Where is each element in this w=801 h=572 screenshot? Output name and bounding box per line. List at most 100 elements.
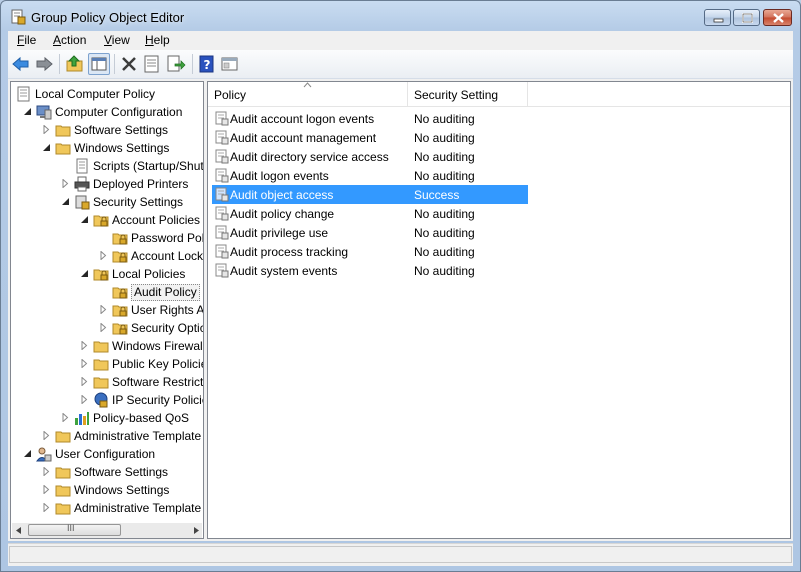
policy-setting-icon: [215, 111, 229, 126]
toolbar: ?: [8, 50, 793, 79]
column-header-policy[interactable]: Policy: [208, 82, 408, 106]
expand-arrow-icon[interactable]: [42, 467, 51, 476]
tree-horizontal-scrollbar[interactable]: III: [12, 523, 202, 538]
tree-item[interactable]: User Rights A: [11, 301, 203, 319]
tree-item-label: Account Lock: [131, 249, 204, 263]
tree-item[interactable]: Software Settings: [11, 463, 203, 481]
list-item[interactable]: Audit account management No auditing: [212, 128, 528, 147]
expand-arrow-icon[interactable]: [42, 431, 51, 440]
list-item[interactable]: Audit account logon events No auditing: [212, 109, 528, 128]
tree-item-label: Account Policies: [112, 213, 201, 227]
tree-item[interactable]: Software Restricti: [11, 373, 203, 391]
help-button[interactable]: ?: [196, 53, 218, 75]
tree-item[interactable]: Policy-based QoS: [11, 409, 203, 427]
show-hide-tree-button[interactable]: [88, 53, 110, 75]
expand-arrow-icon[interactable]: [80, 395, 89, 404]
security-setting-value: No auditing: [414, 245, 475, 259]
tree-item[interactable]: Password Pol: [11, 229, 204, 247]
toolbar-separator: [59, 54, 60, 74]
properties-button[interactable]: [141, 53, 163, 75]
collapse-arrow-icon[interactable]: [23, 449, 32, 458]
delete-button[interactable]: [118, 53, 140, 75]
tree-item[interactable]: Local Computer Policy: [11, 85, 203, 103]
menu-help[interactable]: Help: [145, 33, 170, 47]
tree-item[interactable]: Account Policies: [11, 211, 203, 229]
menu-action-label: ction: [61, 33, 87, 47]
tree-item-label: Public Key Policie: [112, 357, 204, 371]
tree-item-label: Deployed Printers: [93, 177, 189, 191]
expand-arrow-icon[interactable]: [42, 125, 51, 134]
collapse-arrow-icon[interactable]: [42, 143, 51, 152]
scroll-right-icon[interactable]: [192, 526, 200, 535]
export-list-button[interactable]: [165, 53, 187, 75]
tree-item-label: Password Pol: [131, 231, 204, 245]
locked-folder-icon: [112, 323, 128, 335]
tree-item[interactable]: Computer Configuration: [11, 103, 203, 121]
expand-arrow-icon[interactable]: [80, 341, 89, 350]
tree-item[interactable]: Software Settings: [11, 121, 203, 139]
console-icon: [221, 57, 238, 71]
minimize-icon: [713, 18, 724, 23]
list-item[interactable]: Audit logon events No auditing: [212, 166, 528, 185]
expand-arrow-icon[interactable]: [99, 251, 108, 260]
list-item[interactable]: Audit system events No auditing: [212, 261, 528, 280]
minimize-button[interactable]: [704, 9, 731, 26]
expand-arrow-icon[interactable]: [42, 503, 51, 512]
column-header-security-setting[interactable]: Security Setting: [408, 82, 528, 106]
list-item[interactable]: Audit privilege use No auditing: [212, 223, 528, 242]
collapse-arrow-icon[interactable]: [80, 269, 89, 278]
tree-item[interactable]: Account Lock: [11, 247, 204, 265]
expand-arrow-icon[interactable]: [99, 323, 108, 332]
tree-item[interactable]: Windows Settings: [11, 481, 203, 499]
expand-arrow-icon[interactable]: [61, 413, 70, 422]
collapse-arrow-icon[interactable]: [23, 107, 32, 116]
tree-item-label: Local Computer Policy: [35, 87, 156, 101]
policy-setting-icon: [215, 244, 229, 259]
menu-file[interactable]: File: [17, 33, 36, 47]
tree-item[interactable]: Windows Settings: [11, 139, 203, 157]
collapse-arrow-icon[interactable]: [80, 215, 89, 224]
policy-setting-icon: [215, 225, 229, 240]
up-folder-button[interactable]: [64, 53, 86, 75]
tree-item[interactable]: Security Optic: [11, 319, 203, 337]
tree-item[interactable]: Scripts (Startup/Shut: [11, 157, 203, 175]
scroll-left-icon[interactable]: [15, 526, 23, 535]
tree-item[interactable]: Audit Policy: [11, 283, 203, 301]
tree-item[interactable]: Administrative Template: [11, 499, 203, 517]
collapse-arrow-icon[interactable]: [61, 197, 70, 206]
scroll-thumb[interactable]: III: [28, 523, 121, 536]
list-item[interactable]: Audit process tracking No auditing: [212, 242, 528, 261]
list-item[interactable]: Audit policy change No auditing: [212, 204, 528, 223]
tree-item[interactable]: Security Settings: [11, 193, 203, 211]
policy-setting-icon: [215, 187, 229, 202]
tree-item[interactable]: Administrative Template: [11, 427, 203, 445]
tree-item-label: Policy-based QoS: [93, 411, 190, 425]
menu-view[interactable]: View: [104, 33, 130, 47]
expand-arrow-icon[interactable]: [80, 359, 89, 368]
window-title: Group Policy Object Editor: [31, 10, 185, 25]
tree-item[interactable]: Deployed Printers: [11, 175, 203, 193]
expand-arrow-icon[interactable]: [61, 179, 70, 188]
expand-arrow-icon[interactable]: [99, 305, 108, 314]
back-button[interactable]: [10, 53, 32, 75]
tree-item[interactable]: User Configuration: [11, 445, 203, 463]
expand-arrow-icon[interactable]: [80, 377, 89, 386]
tree-pane[interactable]: Local Computer Policy Computer Configurat…: [10, 81, 204, 539]
list-pane[interactable]: Policy Security Setting Audit account lo…: [207, 81, 791, 539]
expand-arrow-icon[interactable]: [42, 485, 51, 494]
menu-action[interactable]: Action: [53, 33, 86, 47]
tree-item[interactable]: IP Security Policie: [11, 391, 203, 409]
close-button[interactable]: [763, 9, 792, 26]
tree-item[interactable]: Windows Firewal: [11, 337, 203, 355]
security-setting-value: No auditing: [414, 264, 475, 278]
list-item[interactable]: Audit object access Success: [212, 185, 528, 204]
help-icon: ?: [199, 55, 214, 73]
forward-button[interactable]: [33, 53, 55, 75]
policy-name: Audit account management: [230, 131, 377, 145]
tree-item[interactable]: Local Policies: [11, 265, 203, 283]
list-item[interactable]: Audit directory service access No auditin…: [212, 147, 528, 166]
maximize-button[interactable]: [733, 9, 760, 26]
tree-item[interactable]: Public Key Policie: [11, 355, 204, 373]
title-bar[interactable]: Group Policy Object Editor: [1, 1, 800, 31]
console-button[interactable]: [219, 53, 241, 75]
